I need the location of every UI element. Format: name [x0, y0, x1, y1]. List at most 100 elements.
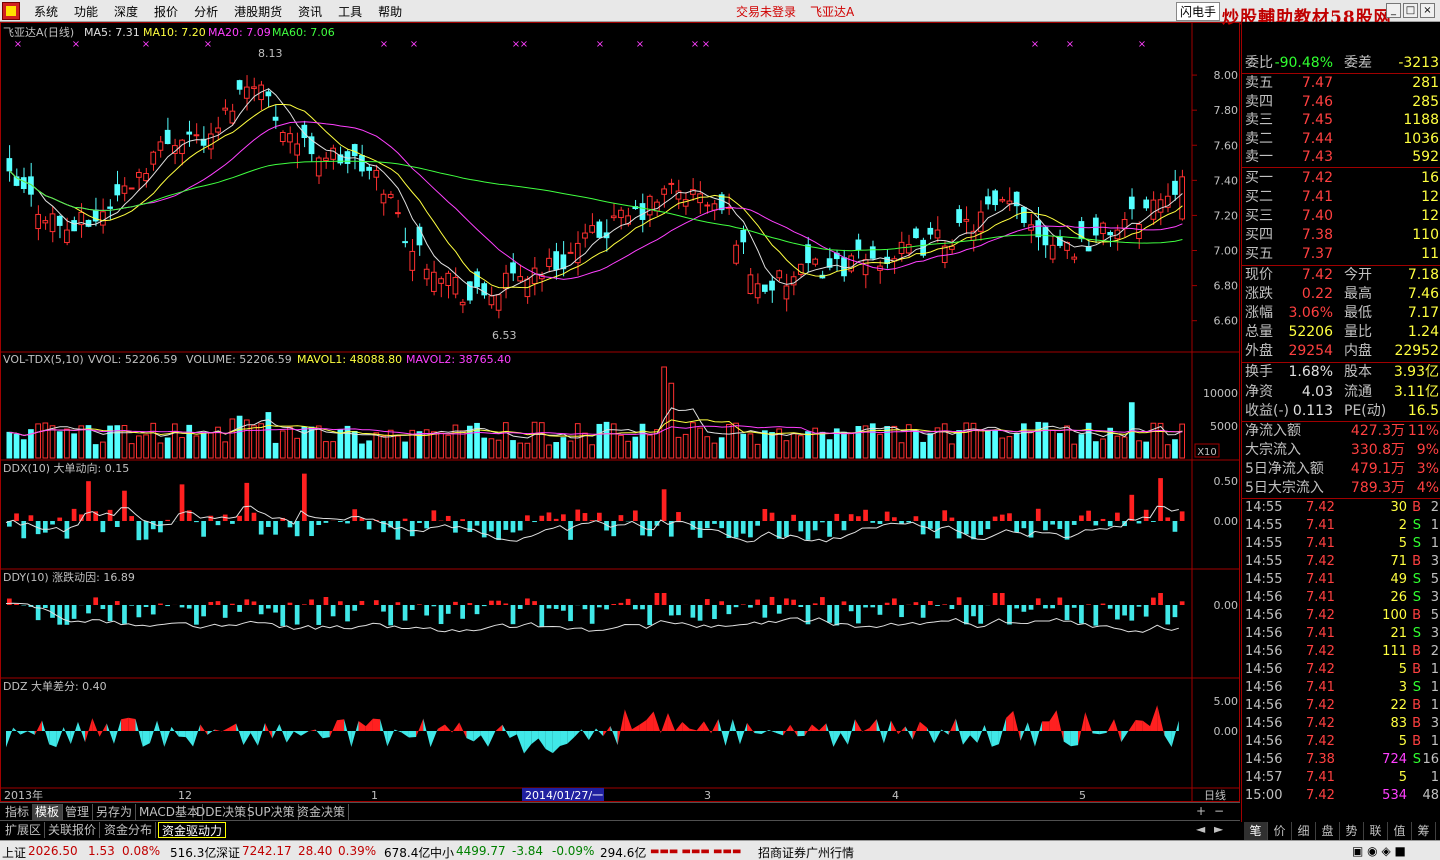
tab-save-as[interactable]: 另存为 — [93, 804, 137, 820]
volume-bar — [373, 432, 380, 459]
ddx-bar — [510, 521, 516, 533]
menu-help[interactable]: 帮助 — [370, 3, 410, 20]
chart-canvas[interactable]: 飞亚达A(日线) MA5: 7.31 MA10: 7.20 MA20: 7.09… — [0, 22, 1240, 802]
ask-row[interactable]: 卖一 7.43 592 — [1242, 148, 1440, 166]
quote-tab[interactable]: 盘 — [1316, 822, 1340, 840]
volume-bar — [459, 430, 466, 459]
scroll-right-icon[interactable]: ► — [1214, 822, 1223, 836]
tick-price: 7.42 — [1306, 788, 1335, 803]
quote-tab[interactable]: 价 — [1268, 822, 1292, 840]
ask-row[interactable]: 卖三 7.45 1188 — [1242, 111, 1440, 129]
ddz-segment — [473, 731, 481, 742]
period-label[interactable]: 日线 — [1204, 788, 1226, 802]
menu-system[interactable]: 系统 — [26, 3, 66, 20]
ddx-bar — [1079, 515, 1084, 521]
menu-analysis[interactable]: 分析 — [186, 3, 226, 20]
tick-direction: S — [1412, 536, 1421, 551]
zx-index[interactable]: 4499.77 — [456, 844, 506, 858]
quote-tab[interactable]: 筹 — [1412, 822, 1436, 840]
bid-row[interactable]: 买一 7.42 16 — [1242, 169, 1440, 187]
ddy-bar — [222, 605, 228, 618]
ddz-segment — [142, 731, 150, 747]
bid-row[interactable]: 买四 7.38 110 — [1242, 226, 1440, 244]
ddy-bar — [1021, 605, 1027, 612]
ddz-segment — [1128, 720, 1136, 732]
menu-quote[interactable]: 报价 — [146, 3, 186, 20]
tab-manage[interactable]: 管理 — [62, 804, 94, 820]
quote-tab[interactable]: 细 — [1292, 822, 1316, 840]
ddy-bar — [107, 605, 113, 622]
candle-body — [136, 172, 142, 178]
ddz-segment — [660, 712, 668, 734]
bid-row[interactable]: 买三 7.40 12 — [1242, 207, 1440, 225]
menu-info[interactable]: 资讯 — [290, 3, 330, 20]
tab-capital[interactable]: 资金决策 — [294, 804, 350, 820]
add-icon[interactable]: + — [1196, 804, 1206, 818]
sh-index[interactable]: 2026.50 — [28, 844, 78, 858]
menu-depth[interactable]: 深度 — [106, 3, 146, 20]
volume-bar — [56, 431, 63, 459]
volume-bar — [726, 424, 732, 459]
quote-tab[interactable]: 笔 — [1244, 822, 1268, 840]
candle-body — [934, 229, 941, 239]
ddx-bar — [337, 521, 343, 522]
ddx-bar — [632, 510, 638, 521]
stat-label: 量比 — [1344, 324, 1372, 340]
maximize-icon[interactable]: □ — [1403, 3, 1418, 18]
candle-body — [646, 195, 653, 216]
tab-capital-dist[interactable]: 资金分布 — [101, 822, 157, 838]
sz-index[interactable]: 7242.17 — [242, 844, 292, 858]
ddy-bar — [942, 604, 948, 605]
quote-tab[interactable]: 联 — [1364, 822, 1388, 840]
ddx-bar — [1151, 521, 1156, 522]
menu-tools[interactable]: 工具 — [330, 3, 370, 20]
ddx-bar — [856, 516, 861, 521]
remove-icon[interactable]: − — [1214, 804, 1224, 818]
ddy-bar — [582, 605, 588, 610]
stat-value: 1.24 — [1407, 324, 1439, 340]
minimize-icon[interactable]: _ — [1386, 3, 1401, 18]
zx-change: -3.84 — [512, 844, 544, 858]
candle-body — [157, 141, 164, 151]
ddz-segment — [121, 717, 129, 731]
ask-row[interactable]: 卖五 7.47 281 — [1242, 74, 1440, 92]
menu-hk-futures[interactable]: 港股期货 — [226, 3, 290, 20]
ddz-segment — [718, 719, 726, 746]
ddy-bar — [640, 605, 645, 610]
chart-area[interactable]: 飞亚达A(日线) MA5: 7.31 MA10: 7.20 MA20: 7.09… — [0, 22, 1240, 802]
ask-row[interactable]: 卖二 7.44 1036 — [1242, 130, 1440, 148]
ddx-bar — [1129, 494, 1135, 521]
stat-value: 7.17 — [1407, 305, 1439, 321]
tab-capital-drive[interactable]: 资金驱动力 — [158, 822, 227, 838]
ddz-segment — [1085, 711, 1093, 734]
quote-tab[interactable]: 势 — [1340, 822, 1364, 840]
ddy-bar — [604, 605, 609, 610]
ddx-bar — [877, 521, 883, 524]
close-icon[interactable]: × — [1420, 3, 1435, 18]
volume-bar — [761, 430, 768, 459]
flash-trade-button[interactable]: 闪电手 — [1176, 2, 1221, 21]
quote-tab[interactable]: 值 — [1388, 822, 1412, 840]
volume-bar — [1035, 421, 1042, 459]
stat-value: 52206 — [1288, 324, 1333, 340]
tab-template[interactable]: 模板 — [32, 804, 64, 820]
bid-row[interactable]: 买二 7.41 12 — [1242, 188, 1440, 206]
scroll-left-icon[interactable]: ◄ — [1196, 822, 1205, 836]
bid-row[interactable]: 买五 7.37 11 — [1242, 245, 1440, 263]
tab-related-quote[interactable]: 关联报价 — [45, 822, 101, 838]
tab-dde[interactable]: DDE决策 — [193, 804, 251, 820]
tab-expand[interactable]: 扩展区 — [2, 822, 46, 838]
tab-indicator[interactable]: 指标 — [2, 804, 34, 820]
ddz-segment — [696, 721, 704, 731]
flow-row: 净流入额 427.3万 11% — [1242, 422, 1440, 440]
ddz-segment — [423, 718, 431, 748]
app-logo-icon — [2, 2, 20, 20]
ask-row[interactable]: 卖四 7.46 285 — [1242, 93, 1440, 111]
menu-function[interactable]: 功能 — [66, 3, 106, 20]
tab-sup[interactable]: SUP决策 — [244, 804, 299, 820]
volume-bar — [1056, 433, 1063, 459]
ddz-segment — [1020, 722, 1028, 741]
login-status[interactable]: 交易未登录 — [736, 3, 796, 20]
candle-body — [582, 232, 588, 239]
ma10-line — [9, 103, 1183, 289]
